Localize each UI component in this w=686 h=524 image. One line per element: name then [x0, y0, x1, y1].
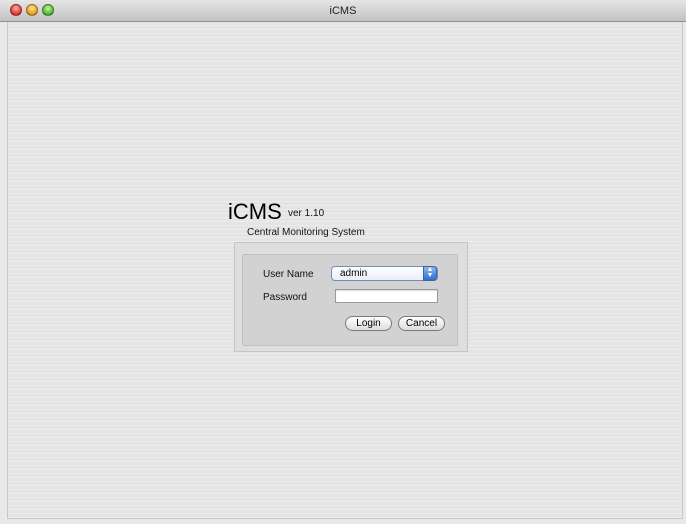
app-subtitle: Central Monitoring System	[247, 227, 365, 238]
username-value: admin	[340, 268, 368, 279]
window-title: iCMS	[329, 5, 357, 17]
select-stepper-icon: ▲ ▼	[423, 266, 437, 281]
app-window: iCMS iCMS ver 1.10 Central Monitoring Sy…	[0, 0, 686, 524]
cancel-button[interactable]: Cancel	[398, 316, 445, 331]
username-label: User Name	[263, 269, 314, 280]
title-bar[interactable]: iCMS	[0, 0, 686, 22]
app-name: iCMS	[228, 199, 282, 224]
login-button[interactable]: Login	[345, 316, 392, 331]
username-select[interactable]: admin ▲ ▼	[331, 266, 438, 281]
password-label: Password	[263, 292, 307, 303]
password-field[interactable]	[335, 289, 438, 303]
app-version: ver 1.10	[288, 208, 325, 219]
